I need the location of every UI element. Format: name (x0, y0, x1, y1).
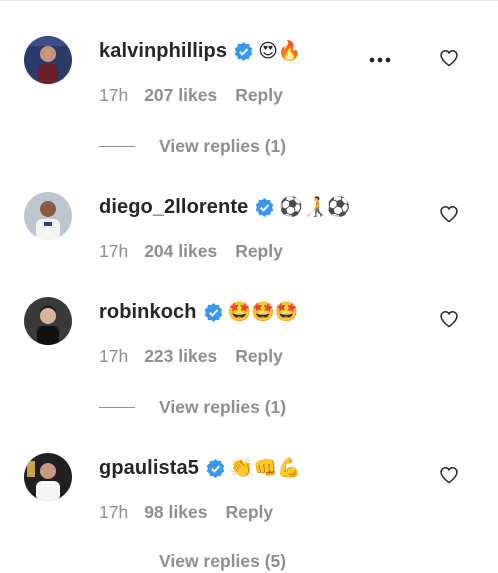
view-replies-label: View replies (1) (159, 135, 287, 156)
timestamp[interactable]: 17h (99, 346, 128, 367)
username[interactable]: diego_2llorente (99, 196, 248, 219)
avatar[interactable] (24, 36, 72, 84)
heart-outline-icon[interactable] (439, 48, 459, 68)
view-replies-button[interactable]: View replies (5) (99, 549, 286, 573)
comment-meta: 17h 98 likes Reply (99, 500, 273, 524)
reply-button[interactable]: Reply (235, 85, 283, 106)
view-replies-label: View replies (5) (159, 550, 287, 571)
comment-meta: 17h 204 likes Reply (99, 239, 283, 263)
comment-header: kalvinphillips 😍🔥 (99, 36, 302, 66)
verified-badge-icon (234, 41, 253, 61)
username[interactable]: robinkoch (99, 301, 197, 324)
avatar[interactable] (24, 453, 72, 501)
comment-header: gpaulista5 👏👊💪 (99, 453, 301, 483)
top-divider (0, 0, 498, 1)
avatar[interactable] (24, 297, 72, 345)
comment-meta: 17h 223 likes Reply (99, 344, 283, 368)
heart-outline-icon[interactable] (439, 465, 459, 485)
timestamp[interactable]: 17h (99, 241, 128, 262)
heart-outline-icon[interactable] (439, 309, 459, 329)
likes-count[interactable]: 204 likes (144, 241, 217, 262)
reply-button[interactable]: Reply (235, 241, 283, 262)
replies-line (99, 145, 135, 147)
more-options-icon[interactable] (368, 56, 392, 64)
view-replies-label: View replies (1) (159, 396, 287, 417)
comment-text: 👏👊💪 (229, 456, 301, 479)
timestamp[interactable]: 17h (99, 502, 128, 523)
likes-count[interactable]: 98 likes (144, 502, 207, 523)
username[interactable]: gpaulista5 (99, 457, 199, 480)
replies-line (99, 406, 135, 408)
avatar[interactable] (24, 192, 72, 240)
likes-count[interactable]: 207 likes (144, 85, 217, 106)
verified-badge-icon (206, 458, 225, 478)
heart-outline-icon[interactable] (439, 204, 459, 224)
comment-text: 😍🔥 (258, 39, 302, 62)
reply-button[interactable]: Reply (235, 346, 283, 367)
comment-header: robinkoch 🤩🤩🤩 (99, 297, 299, 327)
username[interactable]: kalvinphillips (99, 40, 227, 63)
reply-button[interactable]: Reply (225, 502, 273, 523)
verified-badge-icon (255, 197, 274, 217)
comment-text: ⚽🧑‍🦯⚽ (279, 195, 351, 218)
view-replies-button[interactable]: View replies (1) (99, 395, 286, 419)
comment-header: diego_2llorente ⚽🧑‍🦯⚽ (99, 192, 350, 222)
likes-count[interactable]: 223 likes (144, 346, 217, 367)
verified-badge-icon (204, 302, 222, 322)
timestamp[interactable]: 17h (99, 85, 128, 106)
comment-text: 🤩🤩🤩 (227, 300, 299, 323)
comment-meta: 17h 207 likes Reply (99, 83, 283, 107)
view-replies-button[interactable]: View replies (1) (99, 134, 286, 158)
